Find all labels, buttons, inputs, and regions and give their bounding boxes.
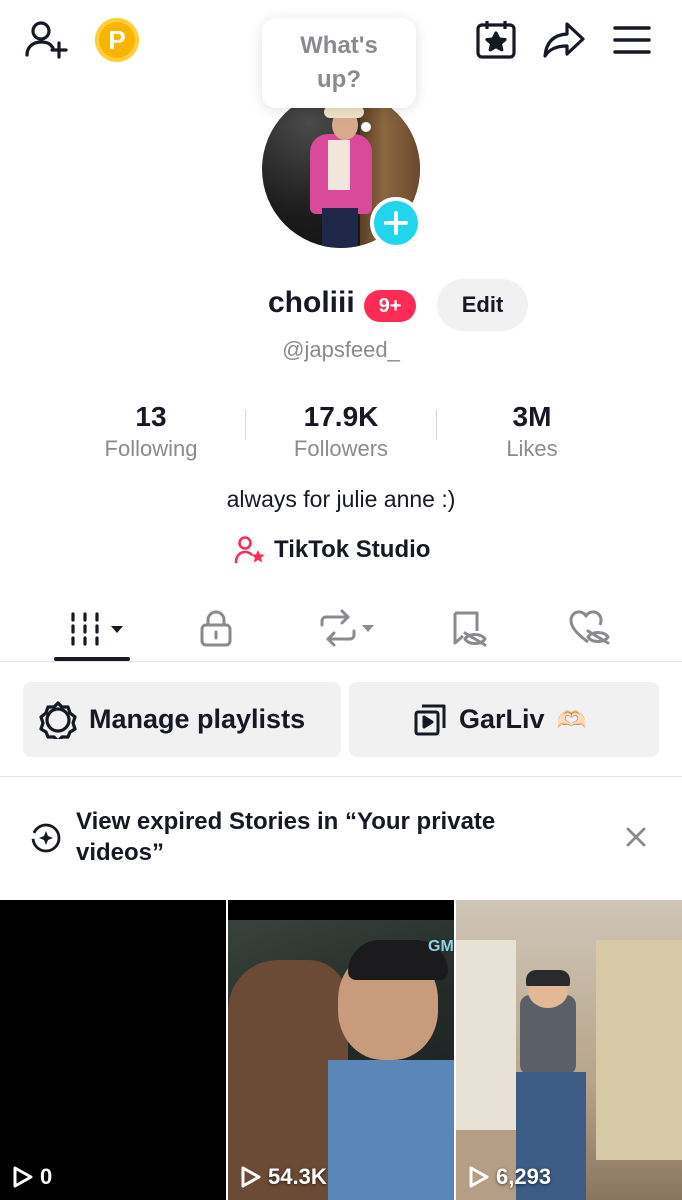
- menu-icon[interactable]: [608, 16, 656, 64]
- playlist-icon: [414, 704, 446, 735]
- video-thumbnail[interactable]: GM 54.3K: [228, 900, 454, 1200]
- tab-reposts[interactable]: [306, 598, 386, 658]
- view-count-value: 0: [40, 1164, 53, 1189]
- tabs-divider: [0, 661, 682, 662]
- stat-likes[interactable]: 3M Likes: [437, 400, 627, 464]
- stat-value: 3M: [512, 401, 552, 432]
- plus-icon: [384, 211, 408, 235]
- bookmark-hidden-icon: [453, 611, 487, 647]
- repost-icon: [320, 609, 374, 647]
- tab-videos[interactable]: [60, 598, 136, 658]
- stat-label: Following: [104, 436, 198, 461]
- tab-favorites[interactable]: [438, 598, 498, 658]
- tiktok-studio-link[interactable]: TikTok Studio: [234, 532, 430, 568]
- view-count: 54.3K: [240, 1164, 327, 1190]
- tab-liked[interactable]: [560, 598, 620, 658]
- add-friend-icon[interactable]: [22, 16, 70, 64]
- share-icon[interactable]: [540, 16, 588, 64]
- calendar-star-icon[interactable]: [472, 16, 520, 64]
- stat-value: 17.9K: [303, 401, 379, 432]
- view-count-value: 6,293: [496, 1164, 552, 1189]
- play-icon: [241, 1166, 261, 1188]
- section-divider: [0, 776, 682, 777]
- playlist-name: GarLiv: [459, 704, 545, 734]
- heart-hidden-icon: [569, 610, 610, 645]
- display-name: choliii: [268, 286, 355, 319]
- view-count-value: 54.3K: [268, 1164, 327, 1189]
- playlist-garliv[interactable]: GarLiv 🫶🏻: [349, 682, 659, 757]
- notification-badge[interactable]: 9+: [364, 290, 416, 322]
- gear-icon: [39, 700, 77, 739]
- edit-profile-button[interactable]: Edit: [437, 279, 528, 331]
- manage-playlists-label: Manage playlists: [89, 704, 306, 734]
- stat-following[interactable]: 13 Following: [56, 400, 246, 464]
- points-icon[interactable]: P: [95, 18, 139, 62]
- studio-icon: [234, 536, 265, 564]
- lock-icon: [200, 610, 232, 647]
- play-icon: [13, 1166, 33, 1188]
- play-icon: [469, 1166, 489, 1188]
- stat-value: 13: [135, 401, 167, 432]
- close-icon[interactable]: [624, 825, 648, 849]
- bio: always for julie anne :): [226, 486, 456, 512]
- username: @japsfeed_: [282, 337, 400, 362]
- stat-label: Followers: [293, 436, 389, 461]
- grid-icon: [71, 612, 123, 646]
- video-thumbnail[interactable]: 0: [0, 900, 226, 1200]
- stat-label: Likes: [506, 436, 558, 461]
- stat-followers[interactable]: 17.9K Followers: [246, 400, 436, 464]
- studio-label: TikTok Studio: [274, 536, 431, 563]
- expired-stories-notice[interactable]: View expired Stories in “Your private vi…: [76, 806, 556, 868]
- story-sparkle-icon: [30, 822, 62, 854]
- view-count: 0: [12, 1164, 52, 1190]
- tab-private[interactable]: [186, 598, 246, 658]
- status-bubble-text: What's up?: [300, 32, 378, 93]
- status-bubble[interactable]: What's up?: [262, 18, 416, 108]
- bubble-tail: [361, 122, 371, 132]
- add-story-button[interactable]: [370, 197, 422, 249]
- video-thumbnail[interactable]: 6,293: [456, 900, 682, 1200]
- manage-playlists-button[interactable]: Manage playlists: [23, 682, 341, 757]
- points-letter: P: [108, 24, 126, 55]
- view-count: 6,293: [468, 1164, 551, 1190]
- playlist-emoji: 🫶🏻: [556, 705, 587, 734]
